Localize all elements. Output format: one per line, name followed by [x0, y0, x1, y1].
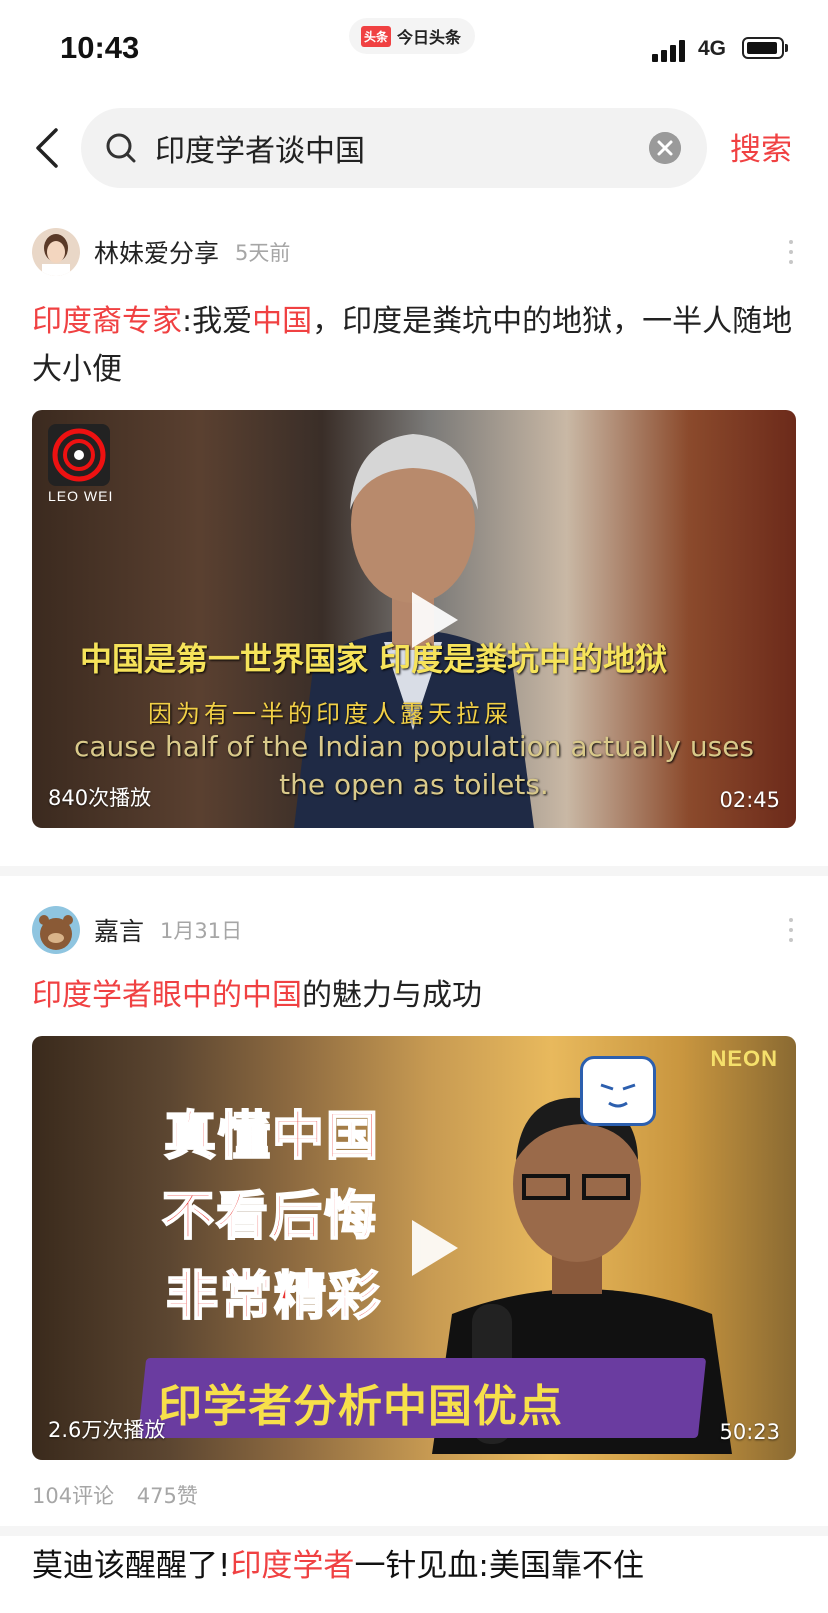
post-date: 1月31日 — [160, 919, 243, 943]
search-bar[interactable] — [81, 108, 707, 188]
like-count[interactable]: 475赞 — [137, 1484, 198, 1508]
title-highlight: 印度学者 — [230, 1548, 355, 1584]
video-duration: 02:45 — [719, 788, 780, 812]
network-type: 4G — [698, 37, 727, 60]
title-text: :我爱 — [182, 304, 253, 339]
sticker-image — [580, 1056, 656, 1126]
title-highlight: 印度裔专家 — [32, 304, 182, 339]
title-text: 莫迪该醒醒了! — [32, 1548, 231, 1584]
divider — [0, 1526, 828, 1536]
app-name: 今日头条 — [397, 28, 462, 47]
avatar[interactable] — [32, 228, 80, 276]
title-text: 的魅力与成功 — [302, 978, 482, 1013]
post-title[interactable]: 莫迪该醒醒了!印度学者一针见血:美国靠不住 — [32, 1540, 644, 1585]
author-row[interactable]: 嘉言 1月31日 — [32, 906, 242, 954]
watermark: NEON — [710, 1046, 778, 1071]
comment-count[interactable]: 104评论 — [32, 1484, 114, 1508]
clear-icon[interactable] — [649, 132, 681, 164]
play-icon[interactable] — [412, 1220, 458, 1276]
post-title[interactable]: 印度裔专家:我爱中国，印度是粪坑中的地狱，一半人随地大小便 — [32, 298, 802, 394]
post-date: 5天前 — [235, 241, 291, 265]
post-stats: 104评论 475赞 — [32, 1480, 198, 1510]
video-subtitle: cause half of the Indian population actu… — [73, 730, 755, 763]
avatar[interactable] — [32, 906, 80, 954]
video-overlay-text: 真懂中国 — [163, 1106, 381, 1168]
signal-icon — [652, 38, 690, 62]
app-logo: 头条 — [361, 25, 392, 47]
video-subtitle: 因为有一半的印度人露天拉屎 — [148, 700, 512, 728]
video-banner-text: 印学者分析中国优点 — [158, 1381, 563, 1432]
channel-logo-text: LEO WEI — [48, 488, 114, 504]
video-overlay-text: 不看后悔 — [161, 1186, 379, 1248]
search-icon — [106, 133, 136, 163]
video-overlay-text: 非常精彩 — [165, 1266, 383, 1328]
view-count: 840次播放 — [48, 786, 152, 810]
view-count: 2.6万次播放 — [48, 1418, 166, 1442]
status-time: 10:43 — [60, 30, 140, 65]
author-row[interactable]: 林妹爱分享 5天前 — [32, 228, 290, 276]
post-title[interactable]: 印度学者眼中的中国的魅力与成功 — [32, 972, 802, 1020]
back-icon[interactable] — [30, 124, 66, 172]
author-name[interactable]: 嘉言 — [94, 912, 144, 948]
play-icon[interactable] — [412, 592, 458, 648]
video-subtitle: 中国是第一世界国家 印度是粪坑中的地狱 — [80, 640, 668, 678]
search-input[interactable] — [155, 124, 615, 172]
status-bar: 10:43 头条 今日头条 4G — [0, 0, 828, 96]
title-highlight: 印度学者眼中的中国 — [32, 978, 302, 1013]
video-duration: 50:23 — [719, 1420, 780, 1444]
more-options-icon[interactable] — [788, 918, 794, 946]
more-options-icon[interactable] — [788, 240, 794, 268]
title-highlight: 中国 — [252, 304, 313, 339]
divider — [0, 866, 828, 876]
video-thumbnail[interactable]: NEON 真懂中国 不看后悔 非常精彩 印学者分析中国优点 2.6万次播放 50… — [32, 1036, 796, 1460]
channel-logo — [48, 424, 110, 486]
author-name[interactable]: 林妹爱分享 — [94, 234, 219, 270]
video-thumbnail[interactable]: LEO WEI 中国是第一世界国家 印度是粪坑中的地狱 因为有一半的印度人露天拉… — [32, 410, 796, 828]
search-button[interactable]: 搜索 — [730, 124, 792, 169]
battery-icon — [742, 37, 788, 59]
title-text: 一针见血:美国靠不住 — [354, 1548, 644, 1584]
app-indicator[interactable]: 头条 今日头条 — [349, 18, 476, 54]
